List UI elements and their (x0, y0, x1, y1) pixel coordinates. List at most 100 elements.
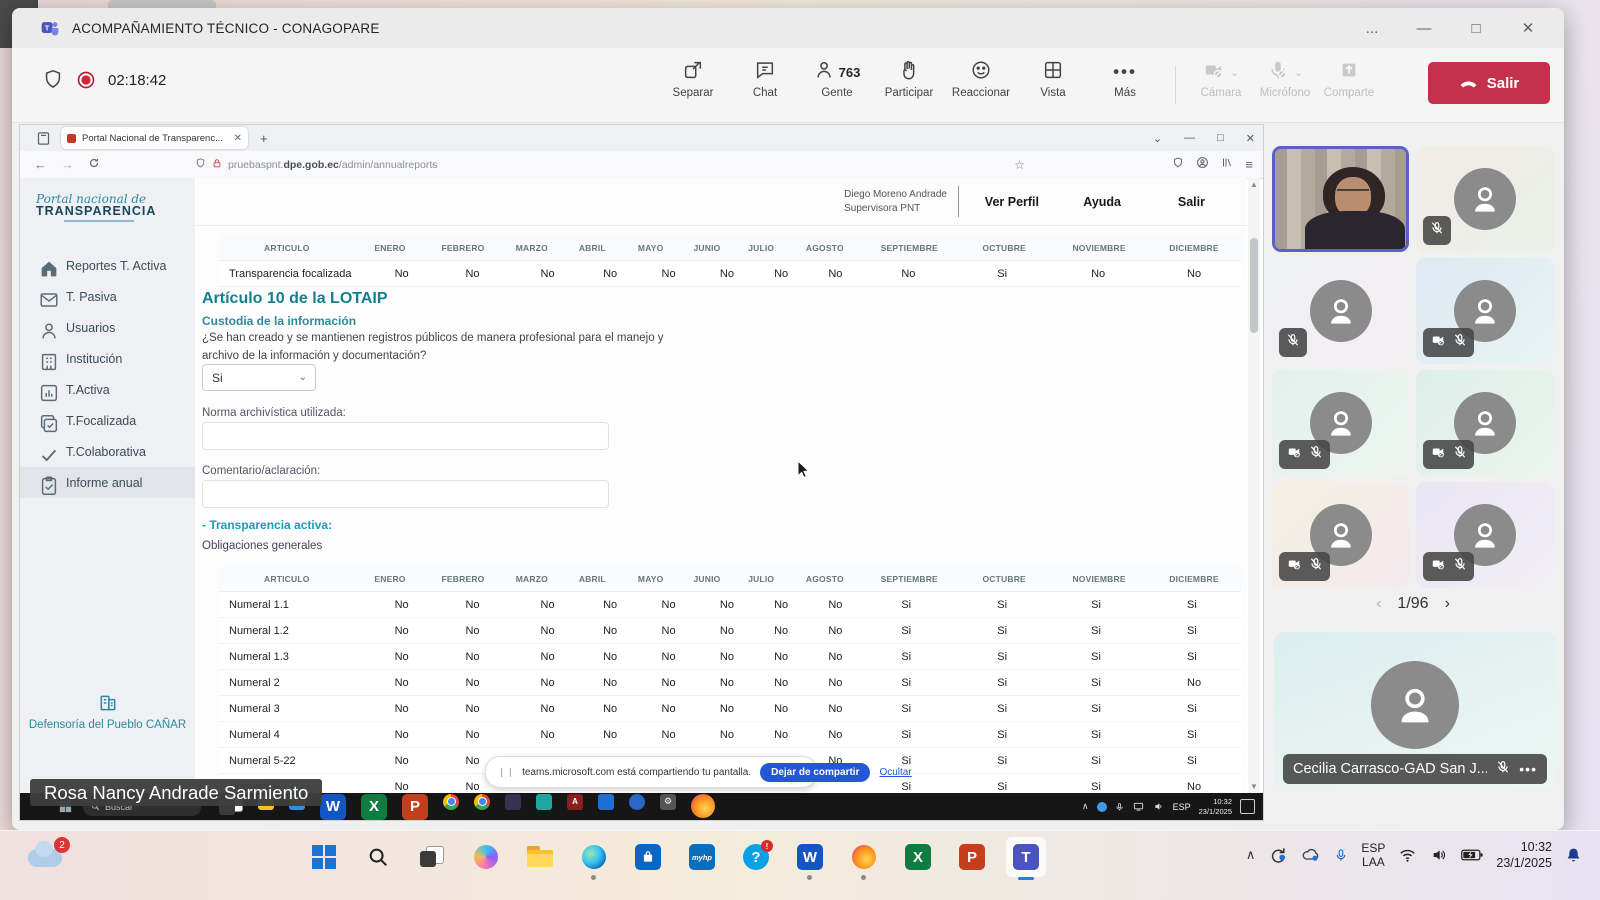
taskbar-search-button[interactable] (358, 837, 398, 877)
reload-icon[interactable] (88, 157, 100, 172)
notification-bell-icon[interactable] (1565, 846, 1582, 864)
sidebar-item-t-focalizada[interactable]: T.Focalizada (20, 405, 195, 436)
header-link-salir[interactable]: Salir (1178, 195, 1205, 209)
participant-tile[interactable] (1416, 146, 1554, 252)
browser-tab[interactable]: Portal Nacional de Transparenc... ✕ (61, 127, 248, 149)
update-icon[interactable] (1268, 845, 1288, 865)
window-more-button[interactable]: ... (1346, 8, 1398, 48)
taskbar-firefox-button[interactable] (844, 837, 884, 877)
device-microfono-button[interactable]: ⌄Micrófono (1256, 54, 1314, 99)
taskbar-word-button[interactable]: W (790, 837, 830, 877)
sidebar-toggle-icon[interactable] (36, 131, 51, 146)
tray-mic-icon[interactable] (1115, 801, 1124, 813)
participant-tile[interactable] (1416, 482, 1554, 588)
chevron-down-icon[interactable]: ⌄ (1294, 66, 1303, 79)
battery-icon[interactable] (1461, 848, 1483, 862)
word-icon[interactable]: W (320, 794, 346, 820)
wifi-icon[interactable] (1398, 848, 1417, 863)
back-icon[interactable]: ← (34, 157, 47, 172)
sidebar-item-t-pasiva[interactable]: T. Pasiva (20, 281, 195, 312)
taskbar-excel-button[interactable]: X (898, 837, 938, 877)
leave-meeting-button[interactable]: Salir (1428, 62, 1550, 104)
menu-icon[interactable]: ≡ (1245, 157, 1253, 172)
excel-icon[interactable]: X (361, 794, 387, 820)
taskbar-edge-button[interactable] (574, 837, 614, 877)
chrome-icon[interactable] (443, 794, 459, 820)
lock-icon[interactable] (212, 156, 222, 174)
tray-volume-icon[interactable] (1153, 801, 1165, 812)
mic-in-use-icon[interactable] (1334, 846, 1348, 865)
account-icon[interactable] (1196, 156, 1209, 174)
header-link-ver-perfil[interactable]: Ver Perfil (985, 195, 1039, 209)
taskbar-clock[interactable]: 10:3223/1/2025 (1496, 839, 1552, 872)
pager-next-icon[interactable]: › (1445, 595, 1450, 613)
norma-input[interactable] (202, 422, 609, 450)
participant-tile[interactable] (1272, 370, 1409, 476)
toolbar-vista-button[interactable]: Vista (1024, 54, 1082, 99)
tray-lang-label[interactable]: ESP (1173, 802, 1191, 812)
acrobat-icon[interactable]: A (567, 794, 583, 820)
taskbar-store-button[interactable] (628, 837, 668, 877)
firefox-icon[interactable] (691, 794, 715, 820)
taskbar-start-button[interactable] (304, 837, 344, 877)
taskbar-help-button[interactable]: ?! (736, 837, 776, 877)
library-icon[interactable] (1221, 156, 1233, 174)
participant-tile[interactable] (1416, 370, 1554, 476)
taskbar-taskview-button[interactable] (412, 837, 452, 877)
participant-tile-video[interactable] (1272, 146, 1409, 252)
participant-tile[interactable] (1272, 258, 1409, 364)
protections-shield-icon[interactable] (1172, 156, 1184, 174)
taskbar-teams-button[interactable]: T (1006, 837, 1046, 877)
new-tab-button[interactable]: + (260, 131, 268, 146)
sidebar-item-informe-anual[interactable]: Informe anual (20, 467, 195, 498)
teal-app-icon[interactable] (536, 794, 552, 820)
more-options-icon[interactable]: ••• (1519, 761, 1537, 777)
chrome-icon[interactable] (474, 794, 490, 820)
toolbar-mas-button[interactable]: •••Más (1096, 54, 1154, 99)
volume-icon[interactable] (1430, 847, 1448, 863)
toolbar-separar-button[interactable]: Separar (664, 54, 722, 99)
sidebar-item-reportes-t-activa[interactable]: Reportes T. Activa (20, 250, 195, 281)
scrollbar-thumb[interactable] (1250, 238, 1258, 333)
language-indicator[interactable]: ESPLAA (1361, 841, 1385, 870)
hide-banner-link[interactable]: Ocultar (879, 767, 911, 778)
sidebar-item-t-activa[interactable]: T.Activa (20, 374, 195, 405)
address-bar[interactable]: pruebaspnt.dpe.gob.ec/admin/annualreport… (195, 155, 1025, 175)
header-link-ayuda[interactable]: Ayuda (1083, 195, 1121, 209)
window-close-button[interactable]: ✕ (1502, 8, 1554, 48)
gear-icon[interactable]: ⚙ (660, 794, 676, 820)
weather-widget[interactable]: 2 (26, 839, 70, 875)
participant-tile[interactable] (1416, 258, 1554, 364)
photos-icon[interactable] (598, 794, 614, 820)
participant-tile-featured[interactable]: Cecilia Carrasco-GAD San J... ••• (1274, 632, 1556, 790)
pause-icon[interactable]: ❘❘ (498, 767, 515, 778)
chevron-down-icon[interactable]: ⌄ (1230, 66, 1239, 79)
sidebar-item-usuarios[interactable]: Usuarios (20, 312, 195, 343)
browser-close-button[interactable]: ✕ (1246, 132, 1255, 145)
tray-display-icon[interactable] (1132, 801, 1145, 812)
browser-maximize-button[interactable]: □ (1217, 132, 1224, 144)
comentario-input[interactable] (202, 480, 609, 508)
toolbar-gente-button[interactable]: 763Gente (808, 54, 866, 99)
tracking-shield-icon[interactable] (195, 156, 206, 174)
notification-center-icon[interactable] (1240, 799, 1255, 814)
participant-tile[interactable] (1272, 482, 1409, 588)
tab-close-icon[interactable]: ✕ (234, 133, 242, 144)
forward-icon[interactable]: → (61, 157, 74, 172)
tray-app-icon[interactable] (1097, 802, 1107, 812)
bookmark-star-icon[interactable]: ☆ (1014, 158, 1025, 172)
sidebar-item-t-colaborativa[interactable]: T.Colaborativa (20, 436, 195, 467)
tray-chevron-icon[interactable]: ∧ (1246, 847, 1256, 863)
content-scrollbar[interactable]: ▲ ▼ (1248, 178, 1260, 793)
taskbar-explorer-button[interactable] (520, 837, 560, 877)
sidebar-item-instituci-n[interactable]: Institución (20, 343, 195, 374)
device-camara-button[interactable]: ⌄Cámara (1192, 54, 1250, 99)
browser-minimize-button[interactable]: — (1184, 132, 1195, 144)
globe-icon[interactable] (629, 794, 645, 820)
window-minimize-button[interactable]: — (1398, 8, 1450, 48)
calc-icon[interactable] (505, 794, 521, 820)
tray-chevron-icon[interactable]: ∧ (1082, 801, 1089, 812)
toolbar-participar-button[interactable]: Participar (880, 54, 938, 99)
powerpoint-icon[interactable]: P (402, 794, 428, 820)
device-comparte-button[interactable]: Comparte (1320, 54, 1378, 99)
